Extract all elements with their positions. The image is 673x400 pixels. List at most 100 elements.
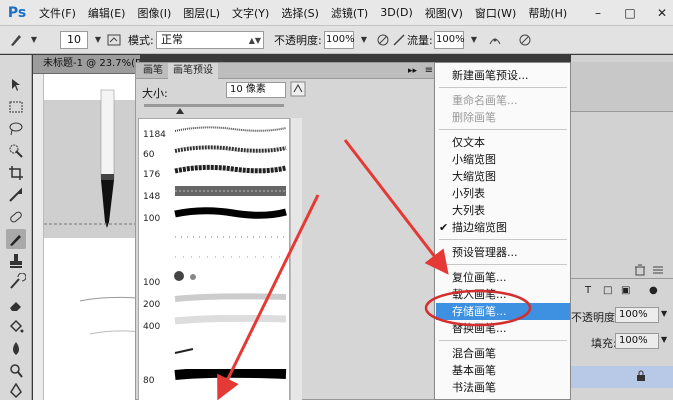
opacity-input[interactable]: 100% — [324, 31, 355, 49]
history-brush-tool-icon[interactable] — [6, 272, 27, 293]
menu-small-list[interactable]: 小列表 — [436, 185, 570, 202]
brush-preset-item[interactable]: 80 — [139, 365, 289, 387]
menu-layer[interactable]: 图层(L) — [183, 5, 220, 21]
move-tool-icon[interactable] — [6, 75, 26, 95]
panel-menu-icon[interactable]: ≡ — [425, 63, 433, 79]
mode-select[interactable]: 正常 ▲▼ — [156, 31, 264, 49]
menu-calligraphic-brushes[interactable]: 书法画笔 — [436, 379, 570, 396]
tab-brush-presets[interactable]: 画笔预设 — [168, 63, 218, 79]
menu-delete-brush[interactable]: 删除画笔 — [436, 109, 570, 126]
opacity-dropdown-icon[interactable]: ▼ — [356, 32, 372, 48]
menu-large-thumbnail[interactable]: 大缩览图 — [436, 168, 570, 185]
menu-window[interactable]: 窗口(W) — [475, 5, 516, 21]
collapse-icon[interactable]: ▸▸ — [408, 63, 417, 79]
menu-text-only[interactable]: 仅文本 — [436, 134, 570, 151]
layer-opacity-input[interactable]: 100% — [615, 307, 659, 323]
brush-size-preview[interactable]: 10 — [60, 31, 88, 49]
menu-separator — [439, 239, 567, 240]
size-slider-thumb[interactable] — [176, 108, 184, 114]
menu-help[interactable]: 帮助(H) — [528, 5, 567, 21]
list-view-icon[interactable] — [652, 264, 664, 276]
menu-new-brush-preset[interactable]: 新建画笔预设... — [436, 67, 570, 84]
size-input[interactable]: 10 像素 — [226, 82, 286, 98]
size-slider-track[interactable] — [144, 104, 284, 107]
dodge-tool-icon[interactable] — [6, 361, 26, 381]
blur-tool-icon[interactable] — [6, 339, 26, 359]
close-icon[interactable]: ✕ — [655, 6, 669, 20]
tab-brush[interactable]: 画笔 — [138, 63, 168, 79]
brush-panel-toggle-icon[interactable] — [106, 32, 122, 48]
brush-preset-item[interactable] — [139, 247, 289, 269]
menu-load-brushes[interactable]: 载入画笔... — [436, 286, 570, 303]
brush-preset-item[interactable]: 1184 — [139, 119, 289, 141]
brush-picker-dropdown-icon[interactable]: ▼ — [90, 32, 106, 48]
brush-preset-item[interactable]: 176 — [139, 159, 289, 181]
layer-row-background[interactable] — [571, 366, 673, 388]
document-tab[interactable]: 未标题-1 @ 23.7%(RGB/8 — [33, 55, 140, 73]
menu-large-list[interactable]: 大列表 — [436, 202, 570, 219]
menu-stroke-thumbnail[interactable]: ✔ 描边缩览图 — [436, 219, 570, 236]
menu-assorted-brushes[interactable]: 混合画笔 — [436, 345, 570, 362]
airbrush-icon[interactable] — [391, 32, 407, 48]
brush-tool-icon[interactable] — [6, 229, 26, 249]
trash-icon[interactable] — [634, 264, 646, 276]
type-layer-icon[interactable]: T — [585, 285, 591, 296]
menu-rename-brush[interactable]: 重命名画笔... — [436, 92, 570, 109]
brush-tool-icon[interactable] — [8, 32, 24, 48]
brush-stroke-preview — [174, 315, 287, 325]
brush-list-scrollbar[interactable] — [290, 118, 302, 400]
maximize-icon[interactable]: □ — [623, 6, 637, 20]
crop-tool-icon[interactable] — [6, 163, 26, 183]
smart-object-icon[interactable]: ▣ — [621, 285, 630, 296]
menu-select[interactable]: 选择(S) — [281, 5, 319, 21]
brush-stroke-preview — [175, 236, 286, 238]
menu-3d[interactable]: 3D(D) — [380, 6, 413, 19]
flow-input[interactable]: 100% — [434, 31, 465, 49]
brush-preset-item[interactable] — [139, 227, 289, 249]
airbrush-toggle-icon[interactable] — [487, 32, 503, 48]
brush-preset-item[interactable] — [139, 341, 289, 363]
eraser-tool-icon[interactable] — [6, 295, 26, 315]
menu-save-brushes[interactable]: 存储画笔... — [436, 303, 570, 320]
minimize-icon[interactable]: – — [591, 6, 605, 20]
brush-tip — [101, 180, 114, 228]
brush-preset-item[interactable]: 148 — [139, 181, 289, 203]
brush-preset-item[interactable]: 60 — [139, 139, 289, 161]
tool-preset-dropdown-icon[interactable]: ▼ — [26, 32, 42, 48]
menu-file[interactable]: 文件(F) — [39, 5, 76, 21]
lasso-tool-icon[interactable] — [6, 119, 26, 139]
paint-bucket-tool-icon[interactable] — [6, 317, 26, 337]
menu-preset-manager[interactable]: 预设管理器... — [436, 244, 570, 261]
menu-small-thumbnail[interactable]: 小缩览图 — [436, 151, 570, 168]
clone-stamp-tool-icon[interactable] — [6, 251, 26, 271]
pen-tool-icon[interactable] — [6, 381, 26, 400]
marquee-tool-icon[interactable] — [6, 97, 26, 117]
fill-input[interactable]: 100% — [615, 333, 659, 349]
menu-replace-brushes[interactable]: 替换画笔... — [436, 320, 570, 337]
shape-layer-icon[interactable]: □ — [603, 285, 612, 296]
reset-size-icon[interactable] — [290, 81, 306, 97]
quick-selection-tool-icon[interactable] — [6, 141, 26, 161]
menu-filter[interactable]: 滤镜(T) — [331, 5, 368, 21]
brush-preset-item[interactable]: 100 — [139, 267, 289, 289]
opacity-dropdown-icon[interactable]: ▼ — [661, 309, 667, 318]
brush-preset-item[interactable]: 100 — [139, 203, 289, 225]
filter-toggle-icon[interactable]: ● — [649, 285, 658, 296]
brush-presets-panel: 画笔 画笔预设 ▸▸ ≡ 大小: 10 像素 1184 60 176 148 1… — [135, 62, 440, 400]
eyedropper-tool-icon[interactable] — [6, 185, 26, 205]
menu-edit[interactable]: 编辑(E) — [88, 5, 126, 21]
menu-reset-brushes[interactable]: 复位画笔... — [436, 269, 570, 286]
brush-preset-item[interactable]: 400 — [139, 311, 289, 333]
pressure-size-icon[interactable] — [517, 32, 533, 48]
menu-image[interactable]: 图像(I) — [137, 5, 171, 21]
menu-view[interactable]: 视图(V) — [425, 5, 463, 21]
fill-label: 填充: — [591, 337, 617, 350]
flow-dropdown-icon[interactable]: ▼ — [466, 32, 482, 48]
brush-preset-item[interactable]: 200 — [139, 289, 289, 311]
menu-basic-brushes[interactable]: 基本画笔 — [436, 362, 570, 379]
fill-dropdown-icon[interactable]: ▼ — [661, 335, 667, 344]
healing-brush-tool-icon[interactable] — [6, 207, 26, 227]
pressure-opacity-icon[interactable] — [375, 32, 391, 48]
menu-type[interactable]: 文字(Y) — [232, 5, 269, 21]
tools-panel — [0, 55, 32, 400]
